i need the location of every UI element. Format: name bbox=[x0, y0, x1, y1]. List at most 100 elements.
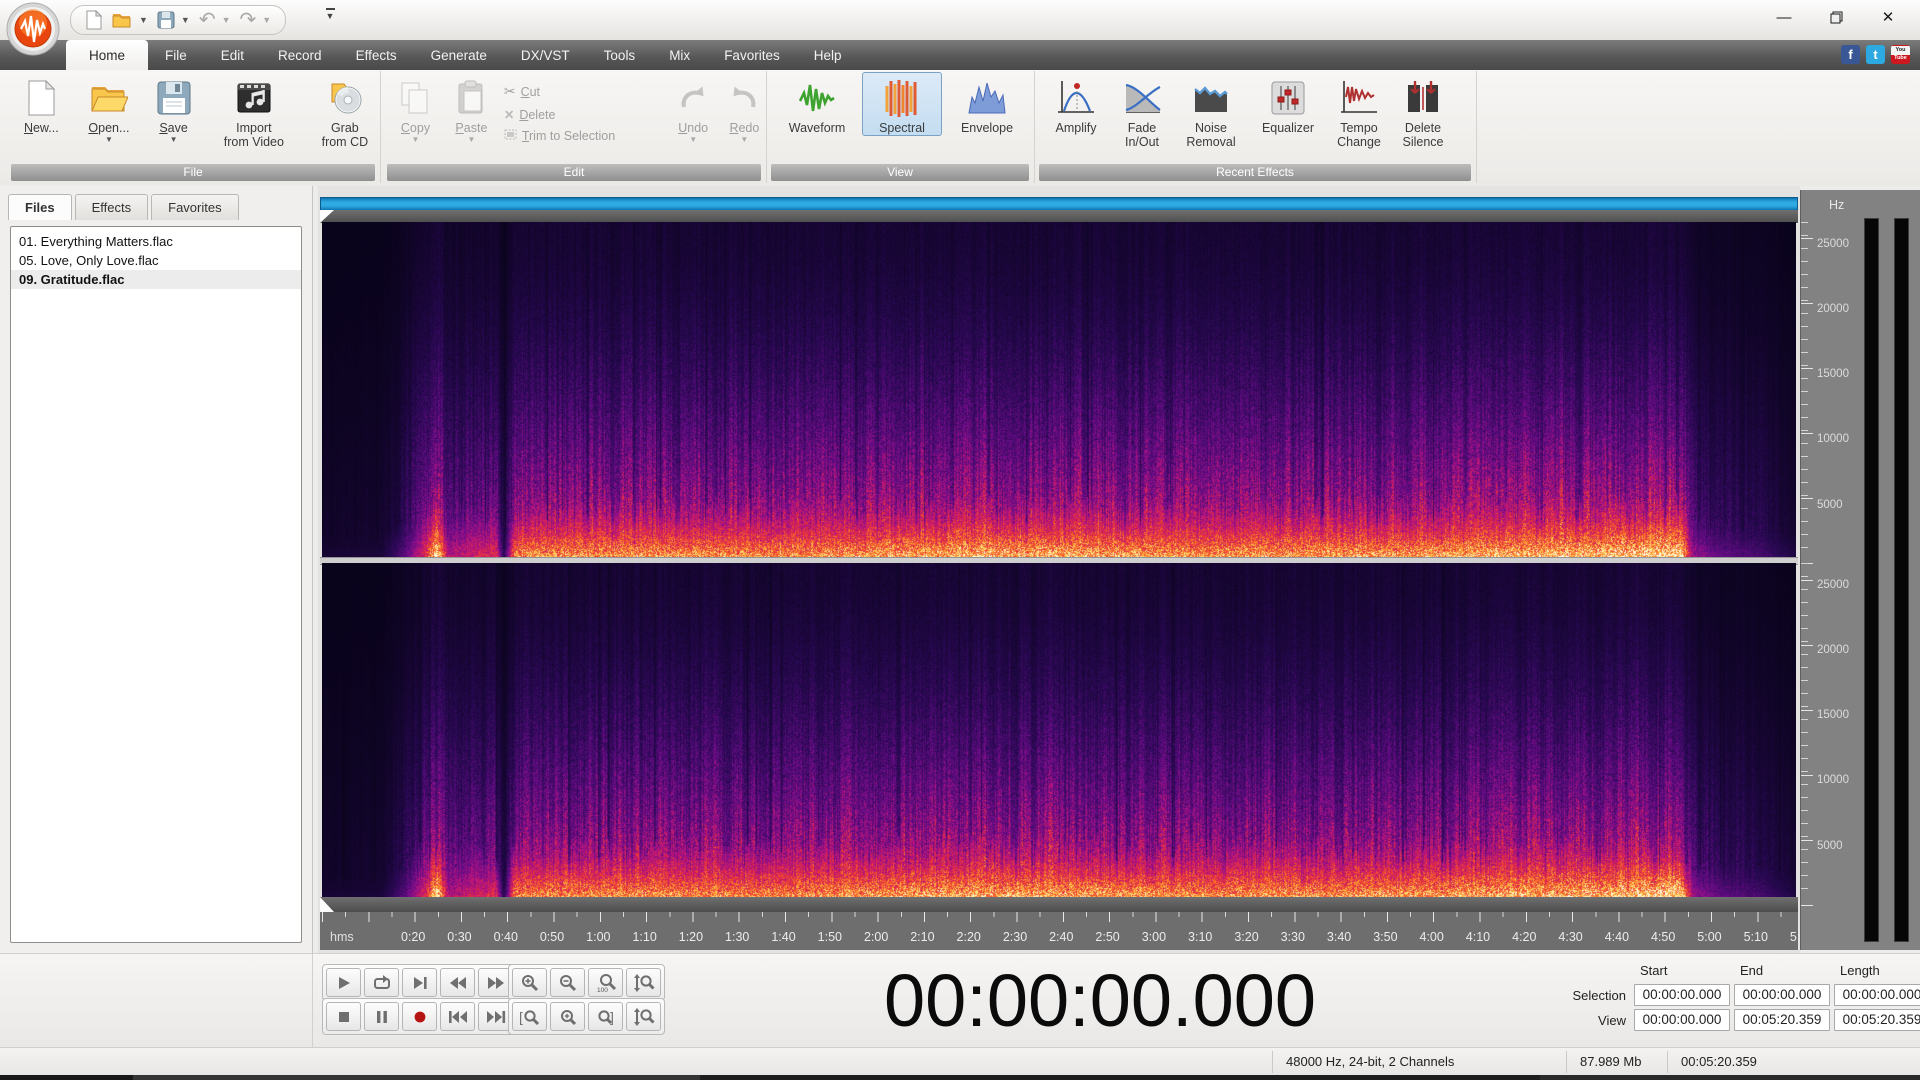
zoom-in-icon[interactable] bbox=[512, 968, 547, 997]
file-list-item[interactable]: 05. Love, Only Love.flac bbox=[11, 251, 301, 270]
time-ruler-label: 4:10 bbox=[1465, 930, 1491, 944]
stop-button[interactable] bbox=[326, 1002, 361, 1031]
go-to-start-button[interactable] bbox=[440, 1002, 475, 1031]
selection-start-field[interactable]: 00:00:00.000 bbox=[1634, 984, 1730, 1006]
time-ruler[interactable]: hms 0:20 0:30 0:40 0:50 1:00 1:10 1:20 1:30 1:40… bbox=[320, 912, 1814, 950]
import-from-video-button[interactable]: Import from Video bbox=[208, 73, 300, 149]
waveform-view-button[interactable]: Waveform bbox=[778, 73, 856, 135]
tab-tools[interactable]: Tools bbox=[587, 40, 653, 70]
app-logo[interactable] bbox=[6, 2, 60, 56]
main-area: Files Effects Favorites 01. Everything M… bbox=[0, 186, 1920, 953]
amplify-button[interactable]: Amplify bbox=[1044, 73, 1108, 135]
view-end-field[interactable]: 00:05:20.359 bbox=[1734, 1009, 1830, 1031]
zoom-row-2: [ ] bbox=[508, 998, 665, 1035]
file-list-item[interactable]: 01. Everything Matters.flac bbox=[11, 232, 301, 251]
zoom-vertical-icon[interactable] bbox=[626, 968, 661, 997]
zoom-vertical-fit-icon[interactable] bbox=[626, 1002, 661, 1031]
tab-help[interactable]: Help bbox=[797, 40, 859, 70]
grab-from-cd-button[interactable]: Grab from CD bbox=[310, 73, 380, 149]
equalizer-button[interactable]: Equalizer bbox=[1252, 73, 1324, 135]
save-button[interactable]: Save ▼ bbox=[149, 73, 198, 144]
spectrogram-channel-1[interactable] bbox=[322, 222, 1796, 557]
save-dropdown-icon[interactable]: ▼ bbox=[149, 135, 198, 144]
open-file-icon[interactable] bbox=[112, 11, 133, 29]
title-bar: ▼ ▼ ↶ ▼ ↷ ▼ ▼ — ✕ bbox=[0, 0, 1920, 41]
noise-removal-icon bbox=[1176, 78, 1246, 118]
envelope-view-button[interactable]: Envelope bbox=[948, 73, 1026, 135]
column-header-length: Length bbox=[1840, 962, 1880, 978]
time-ruler-label: 3:00 bbox=[1141, 930, 1167, 944]
save-icon[interactable] bbox=[157, 11, 175, 29]
zoom-100-icon[interactable]: 100 bbox=[588, 968, 623, 997]
time-ruler-label: 2:20 bbox=[956, 930, 981, 944]
selection-end-field[interactable]: 00:00:00.000 bbox=[1734, 984, 1830, 1006]
playhead-marker-bottom[interactable] bbox=[320, 897, 334, 912]
new-button[interactable]: New... bbox=[14, 73, 69, 135]
delete-silence-icon bbox=[1394, 78, 1452, 118]
tab-record[interactable]: Record bbox=[261, 40, 339, 70]
record-button[interactable] bbox=[402, 1002, 437, 1031]
close-button[interactable]: ✕ bbox=[1862, 0, 1914, 34]
horizontal-scrollbar[interactable] bbox=[320, 197, 1798, 211]
time-ruler-label: 0:30 bbox=[447, 930, 472, 944]
zoom-out-full-icon[interactable]: ] bbox=[588, 1002, 623, 1031]
noise-removal-button[interactable]: Noise Removal bbox=[1176, 73, 1246, 149]
time-ruler-label: 2:50 bbox=[1095, 930, 1120, 944]
ribbon-group-file: New... Open... ▼ Save ▼ Import from Video bbox=[6, 71, 381, 183]
tab-favorites[interactable]: Favorites bbox=[707, 40, 797, 70]
tempo-change-button[interactable]: Tempo Change bbox=[1330, 73, 1388, 149]
fade-in-out-button[interactable]: Fade In/Out bbox=[1114, 73, 1170, 149]
level-meter-left bbox=[1864, 218, 1879, 942]
tab-edit[interactable]: Edit bbox=[204, 40, 261, 70]
minimize-button[interactable]: — bbox=[1758, 0, 1810, 34]
spectral-view-button[interactable]: Spectral bbox=[862, 72, 942, 136]
file-list-item[interactable]: 09. Gratitude.flac bbox=[11, 270, 301, 289]
zoom-selection-icon[interactable]: [ bbox=[512, 1002, 547, 1031]
save-disk-icon bbox=[149, 78, 198, 118]
frequency-label: 15000 bbox=[1817, 368, 1849, 380]
tab-generate[interactable]: Generate bbox=[414, 40, 504, 70]
time-ruler-label: 5:10 bbox=[1743, 930, 1768, 944]
tab-dxvst[interactable]: DX/VST bbox=[504, 40, 587, 70]
freq-major-ticks-ch2 bbox=[1801, 580, 1813, 910]
selection-strip-bottom[interactable] bbox=[320, 897, 1798, 912]
youtube-icon[interactable]: You Tube bbox=[1891, 45, 1910, 64]
svg-text:]: ] bbox=[610, 1009, 614, 1025]
twitter-icon[interactable]: t bbox=[1866, 45, 1885, 64]
toolbar-customize-icon[interactable]: ▼ bbox=[322, 8, 338, 21]
rewind-button[interactable] bbox=[440, 968, 475, 997]
delete-silence-button[interactable]: Delete Silence bbox=[1394, 73, 1452, 149]
tab-mix[interactable]: Mix bbox=[652, 40, 707, 70]
restore-button[interactable] bbox=[1810, 0, 1862, 34]
panel-tab-files[interactable]: Files bbox=[8, 194, 72, 220]
facebook-icon[interactable]: f bbox=[1841, 45, 1860, 64]
zoom-in-full-icon[interactable] bbox=[550, 1002, 585, 1031]
tab-home[interactable]: Home bbox=[66, 40, 149, 70]
open-folder-icon bbox=[79, 78, 140, 118]
open-button[interactable]: Open... ▼ bbox=[79, 73, 140, 144]
panel-tab-effects[interactable]: Effects bbox=[74, 194, 149, 220]
view-start-field[interactable]: 00:00:00.000 bbox=[1634, 1009, 1730, 1031]
tab-effects[interactable]: Effects bbox=[339, 40, 414, 70]
waveform-icon bbox=[778, 78, 856, 118]
save-dropdown-icon[interactable]: ▼ bbox=[181, 15, 190, 25]
panel-tab-favorites[interactable]: Favorites bbox=[151, 194, 239, 220]
open-dropdown-icon[interactable]: ▼ bbox=[79, 135, 140, 144]
ribbon-group-view: Waveform Spectral Envelope View bbox=[766, 71, 1035, 183]
pause-button[interactable] bbox=[364, 1002, 399, 1031]
selection-length-field[interactable]: 00:00:00.000 bbox=[1834, 984, 1920, 1006]
time-ruler-label: 2:00 bbox=[863, 930, 889, 944]
open-dropdown-icon[interactable]: ▼ bbox=[139, 15, 148, 25]
undo-button: Undo ▼ bbox=[672, 73, 715, 144]
tab-file[interactable]: File bbox=[148, 40, 204, 70]
status-bar: 48000 Hz, 24-bit, 2 Channels 87.989 Mb 0… bbox=[0, 1047, 1920, 1076]
spectrogram-channel-2[interactable] bbox=[322, 563, 1796, 898]
time-ruler-label: 3:50 bbox=[1373, 930, 1398, 944]
group-label-edit: Edit bbox=[387, 164, 761, 181]
new-file-icon[interactable] bbox=[85, 10, 103, 30]
play-to-end-button[interactable] bbox=[402, 968, 437, 997]
play-button[interactable] bbox=[326, 968, 361, 997]
view-length-field[interactable]: 00:05:20.359 bbox=[1834, 1009, 1920, 1031]
zoom-out-icon[interactable] bbox=[550, 968, 585, 997]
loop-play-button[interactable] bbox=[364, 968, 399, 997]
